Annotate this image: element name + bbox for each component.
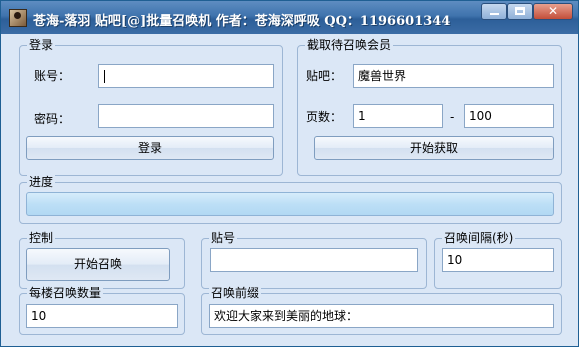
post-id-legend: 贴号: [209, 231, 238, 245]
password-label: 密码：: [34, 112, 71, 126]
progress-group: 进度: [19, 175, 562, 224]
window-title: 苍海-落羽 贴吧[@]批量召唤机 作者：苍海深呼吸 QQ：1196601344: [33, 14, 451, 29]
start-summon-button[interactable]: 开始召唤: [26, 248, 170, 281]
summon-prefix-legend: 召唤前缀: [209, 286, 262, 300]
login-legend: 登录: [27, 38, 56, 52]
forum-input[interactable]: 魔兽世界: [353, 64, 554, 88]
forum-label: 贴吧：: [306, 69, 343, 83]
text-caret: [104, 70, 105, 83]
maximize-button[interactable]: [507, 3, 533, 20]
pages-label: 页数：: [306, 110, 343, 124]
app-avatar-icon: [9, 9, 27, 27]
page-from-input[interactable]: 1: [353, 104, 443, 128]
login-group: 登录 账号： 密码： 登录: [19, 38, 283, 176]
title-bar[interactable]: 苍海-落羽 贴吧[@]批量召唤机 作者：苍海深呼吸 QQ：1196601344 …: [1, 1, 578, 34]
per-floor-count-legend: 每楼召唤数量: [27, 286, 104, 300]
interval-input[interactable]: 10: [442, 248, 554, 272]
post-id-group: 贴号: [201, 231, 427, 289]
post-id-input[interactable]: [210, 248, 418, 272]
main-window: 苍海-落羽 贴吧[@]批量召唤机 作者：苍海深呼吸 QQ：1196601344 …: [0, 0, 579, 347]
summon-prefix-group: 召唤前缀 欢迎大家来到美丽的地球：: [201, 286, 562, 335]
fetch-members-legend: 截取待召唤会员: [305, 38, 394, 52]
progress-legend: 进度: [27, 175, 56, 189]
close-button[interactable]: ✕: [533, 3, 573, 20]
interval-legend: 召唤间隔(秒): [442, 231, 516, 245]
per-floor-count-input[interactable]: 10: [26, 304, 178, 328]
account-input[interactable]: [98, 64, 274, 88]
account-label: 账号：: [34, 69, 71, 83]
minimize-icon: [490, 13, 499, 15]
progress-bar: [26, 192, 554, 216]
control-group: 控制 开始召唤: [19, 231, 185, 289]
login-button[interactable]: 登录: [26, 136, 274, 160]
page-to-input[interactable]: 100: [464, 104, 554, 128]
maximize-icon: [515, 7, 525, 15]
control-legend: 控制: [27, 231, 56, 245]
minimize-button[interactable]: [481, 3, 507, 20]
start-fetch-button[interactable]: 开始获取: [314, 136, 554, 160]
interval-group: 召唤间隔(秒) 10: [434, 231, 562, 289]
close-icon: ✕: [547, 4, 559, 18]
password-input[interactable]: [98, 104, 274, 128]
summon-prefix-input[interactable]: 欢迎大家来到美丽的地球：: [209, 304, 554, 328]
fetch-members-group: 截取待召唤会员 贴吧： 魔兽世界 页数： 1 - 100 开始获取: [297, 38, 562, 176]
per-floor-count-group: 每楼召唤数量 10: [19, 286, 185, 335]
page-range-separator: -: [450, 110, 455, 124]
